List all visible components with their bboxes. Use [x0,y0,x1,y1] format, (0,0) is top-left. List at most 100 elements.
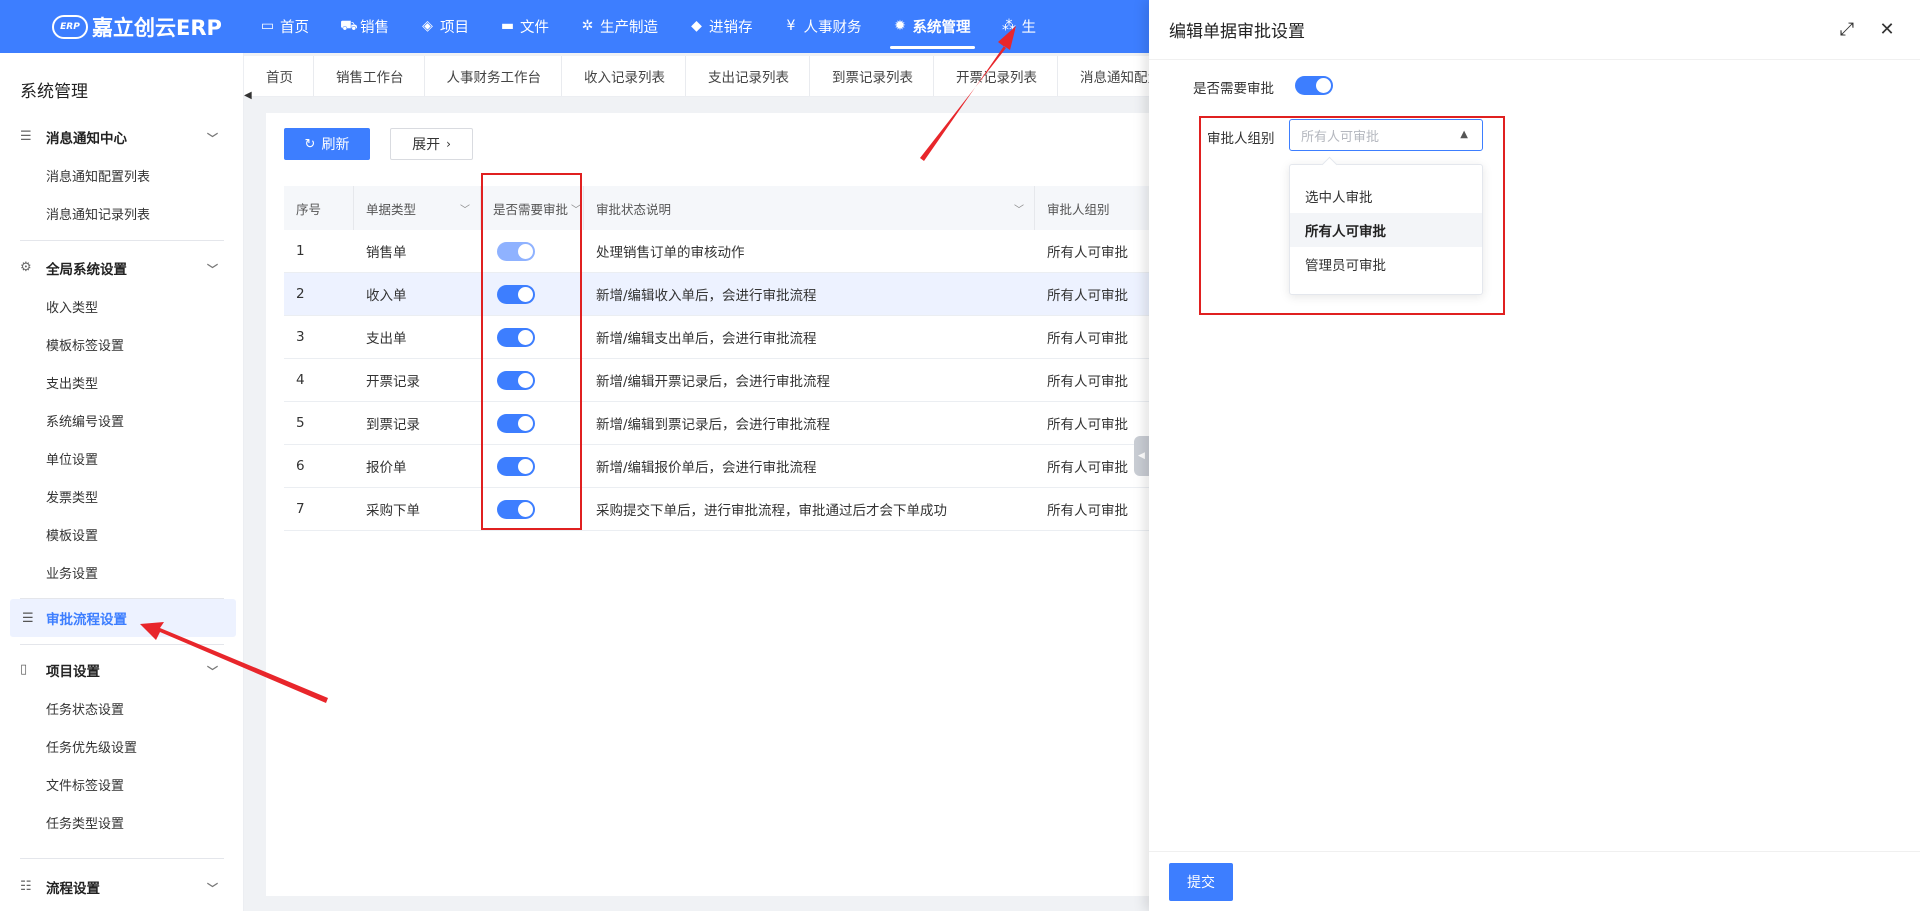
drawer-title: 编辑单据审批设置 [1169,22,1305,42]
sliders-icon: ☷ [20,879,32,894]
col-status-desc[interactable]: 审批状态说明 ﹀ [584,186,1035,230]
group-global-settings: ⚙ 全局系统设置 ﹀ 收入类型 模板标签设置 支出类型 系统编号设置 单位设置 … [0,249,244,591]
chevron-down-icon: ﹀ [207,132,218,145]
table-row[interactable]: 2 收入单 新增/编辑收入单后，会进行审批流程 所有人可审批 [284,273,1149,316]
tab-received-invoice-records[interactable]: 到票记录列表 [810,56,934,96]
sidebar-item-units[interactable]: 单位设置 [0,439,244,477]
settings-icon: ✹ [894,18,906,34]
document-icon: ▯ [20,662,28,677]
chevron-down-icon[interactable]: ﹀ [1014,201,1024,216]
chevron-down-icon[interactable]: ﹀ [460,201,470,216]
gear-icon: ⚙ [20,260,32,275]
logo-cloud-icon: ERP [52,15,88,39]
need-approval-label: 是否需要审批 [1193,81,1274,97]
divider [20,858,224,859]
nav-hr-finance[interactable]: ¥ 人事财务 [769,0,878,53]
group-head-project-settings[interactable]: ▯ 项目设置 ﹀ [0,651,244,689]
page-tabs: 首页 销售工作台 人事财务工作台 收入记录列表 支出记录列表 到票记录列表 开票… [244,56,1149,97]
sidebar-item-business[interactable]: 业务设置 [0,553,244,591]
sidebar-item-income-types[interactable]: 收入类型 [0,287,244,325]
table-row[interactable]: 3 支出单 新增/编辑支出单后，会进行审批流程 所有人可审批 [284,316,1149,359]
drawer-handle-icon[interactable]: ◀ [1134,436,1149,476]
list-icon: ☰ [22,611,34,626]
sidebar-item-approval-flow[interactable]: ☰ 审批流程设置 [10,599,236,637]
sidebar-item-invoice-types[interactable]: 发票类型 [0,477,244,515]
col-doc-type[interactable]: 单据类型 ﹀ [354,186,481,230]
table-row[interactable]: 5 到票记录 新增/编辑到票记录后，会进行审批流程 所有人可审批 [284,402,1149,445]
sidebar-item-task-types[interactable]: 任务类型设置 [0,803,244,841]
sidebar: 系统管理 ☰ 消息通知中心 ﹀ 消息通知配置列表 消息通知记录列表 ⚙ 全局系统… [0,53,244,911]
folder-icon: ▬ [500,18,515,34]
drawer-footer: 提交 [1149,851,1920,911]
cart-icon: ⛟ [340,18,358,34]
highlight-box [481,173,582,530]
tab-home[interactable]: 首页 [244,56,314,96]
cluster-icon: ⁂ [1002,18,1016,34]
sidebar-item-file-tags[interactable]: 文件标签设置 [0,765,244,803]
collapse-left-icon[interactable]: ◀ [244,90,254,110]
close-icon[interactable]: ✕ [1876,19,1898,40]
chevron-right-icon: › [446,137,451,151]
monitor-icon: ▭ [260,18,275,34]
sidebar-item-task-priority[interactable]: 任务优先级设置 [0,727,244,765]
chevron-down-icon: ﹀ [207,665,218,678]
group-head-global-settings[interactable]: ⚙ 全局系统设置 ﹀ [0,249,244,287]
chevron-down-icon: ﹀ [207,263,218,276]
sidebar-item-notification-records[interactable]: 消息通知记录列表 [0,194,244,232]
sidebar-item-templates[interactable]: 模板设置 [0,515,244,553]
need-approval-toggle[interactable] [1295,76,1333,95]
gear-puzzle-icon: ✲ [581,18,594,34]
sidebar-item-task-status[interactable]: 任务状态设置 [0,689,244,727]
finance-icon: ¥ [786,18,796,34]
sidebar-item-numbering[interactable]: 系统编号设置 [0,401,244,439]
sidebar-item-expense-types[interactable]: 支出类型 [0,363,244,401]
chevron-down-icon: ﹀ [207,882,218,895]
fullscreen-icon[interactable]: ⤢ [1836,19,1858,40]
logo-text: 嘉立创云ERP [92,15,222,40]
tab-income-records[interactable]: 收入记录列表 [562,56,686,96]
drawer-header: 编辑单据审批设置 ⤢ ✕ [1149,0,1920,60]
sidebar-title: 系统管理 [20,82,88,102]
nav-system-management[interactable]: ✹ 系统管理 [878,0,987,53]
divider [20,240,224,241]
list-icon: ☰ [20,129,32,144]
tab-sales-workbench[interactable]: 销售工作台 [314,56,425,96]
nav-sales[interactable]: ⛟ 销售 [325,0,405,53]
nav-home[interactable]: ▭ 首页 [245,0,325,53]
edit-approval-drawer: 编辑单据审批设置 ⤢ ✕ 是否需要审批 审批人组别 所有人可审批 ▲ 选中人审批… [1149,0,1920,911]
highlight-box [1199,116,1505,315]
divider [20,644,224,645]
tab-issued-invoice-records[interactable]: 开票记录列表 [934,56,1058,96]
group-flow-settings: ☷ 流程设置 ﹀ [0,868,244,906]
app-logo[interactable]: ERP 嘉立创云ERP [0,0,245,53]
main-content: ↻ 刷新 展开 › 序号 单据类型 ﹀ 是否需要审批 ﹀ 审批状态说明 ﹀ 审批人组别… [266,113,1149,896]
tab-notification-config[interactable]: 消息通知配置 [1058,56,1149,96]
nav-inventory[interactable]: ◆ 进销存 [674,0,769,53]
layers-icon: ◈ [422,18,433,34]
table-row[interactable]: 1 销售单 处理销售订单的审核动作 所有人可审批 [284,230,1149,273]
group-project-settings: ▯ 项目设置 ﹀ 任务状态设置 任务优先级设置 文件标签设置 任务类型设置 [0,651,244,841]
refresh-button[interactable]: ↻ 刷新 [284,128,370,160]
tab-expense-records[interactable]: 支出记录列表 [686,56,810,96]
sidebar-item-template-tags[interactable]: 模板标签设置 [0,325,244,363]
table-row[interactable]: 4 开票记录 新增/编辑开票记录后，会进行审批流程 所有人可审批 [284,359,1149,402]
col-approver-group: 审批人组别 [1047,201,1110,217]
table-row[interactable]: 6 报价单 新增/编辑报价单后，会进行审批流程 所有人可审批 [284,445,1149,488]
group-notification-center: ☰ 消息通知中心 ﹀ 消息通知配置列表 消息通知记录列表 [0,118,244,232]
nav-more[interactable]: ⁂ 生 [987,0,1053,53]
expand-button[interactable]: 展开 › [390,128,473,160]
col-index: 序号 [284,186,354,230]
refresh-icon: ↻ [304,136,316,152]
nav-manufacturing[interactable]: ✲ 生产制造 [565,0,674,53]
table-row[interactable]: 7 采购下单 采购提交下单后，进行审批流程，审批通过后才会下单成功 所有人可审批 [284,488,1149,531]
approval-table: 序号 单据类型 ﹀ 是否需要审批 ﹀ 审批状态说明 ﹀ 审批人组别 1 销售单 处理销… [284,186,1149,531]
submit-button[interactable]: 提交 [1169,863,1233,901]
tab-hr-finance-workbench[interactable]: 人事财务工作台 [425,56,562,96]
sidebar-item-notification-config[interactable]: 消息通知配置列表 [0,156,244,194]
nav-files[interactable]: ▬ 文件 [485,0,565,53]
main-nav: ▭ 首页 ⛟ 销售 ◈ 项目 ▬ 文件 ✲ 生产制造 ◆ 进销存 ¥ 人事财务 ✹ 系统管理 ⁂… [245,0,1052,53]
group-head-flow-settings[interactable]: ☷ 流程设置 ﹀ [0,868,244,906]
nav-projects[interactable]: ◈ 项目 [405,0,485,53]
group-head-notification[interactable]: ☰ 消息通知中心 ﹀ [0,118,244,156]
table-header: 序号 单据类型 ﹀ 是否需要审批 ﹀ 审批状态说明 ﹀ 审批人组别 [284,186,1149,230]
